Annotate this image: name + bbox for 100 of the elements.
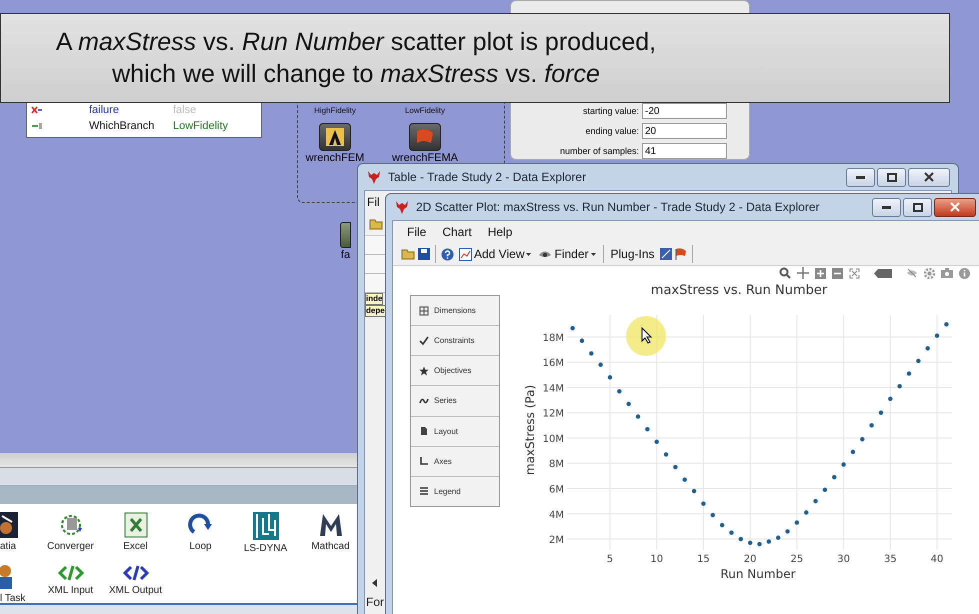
folder-icon[interactable] xyxy=(401,248,415,260)
pan-icon[interactable] xyxy=(797,267,809,279)
arrow-bar-icon xyxy=(31,122,43,130)
data-point xyxy=(580,338,584,343)
page-icon xyxy=(419,426,429,436)
data-point xyxy=(897,384,902,388)
data-point xyxy=(860,437,864,442)
node-label: wrenchFEMA xyxy=(392,152,458,164)
toolbar-button[interactable]: Finder xyxy=(536,246,598,262)
variable-name: failure xyxy=(88,104,120,116)
zoom-out-icon[interactable] xyxy=(832,268,843,278)
close-icon xyxy=(950,202,960,212)
close-button[interactable] xyxy=(908,168,950,186)
folder-icon[interactable] xyxy=(369,218,383,230)
settings-icon[interactable] xyxy=(924,268,935,278)
node-label: wrenchFEM xyxy=(306,152,364,164)
input-field[interactable]: 41 xyxy=(642,143,727,159)
tag-icon[interactable] xyxy=(874,268,892,278)
axis-tick-label: 5 xyxy=(606,554,614,565)
palette-label: XML Input xyxy=(48,585,94,596)
chart-icon[interactable] xyxy=(660,248,672,260)
chart-icon xyxy=(459,248,472,260)
eye-slash-icon[interactable] xyxy=(906,268,918,278)
component-node[interactable] xyxy=(340,222,351,248)
node-label: fa xyxy=(340,249,350,261)
window-title: Table - Trade Study 2 - Data Explorer xyxy=(388,170,588,184)
code-tag-icon xyxy=(122,564,148,582)
data-point xyxy=(589,351,594,356)
toolbar-button[interactable]: Plug-Ins xyxy=(608,246,657,262)
menu-item[interactable]: Fil xyxy=(366,193,381,211)
axis-tick-label: 20 xyxy=(744,554,757,565)
minimize-button[interactable] xyxy=(872,198,901,216)
axis-tick-label: 12M xyxy=(542,408,564,420)
axis-tick-label: 14M xyxy=(542,383,564,394)
devil-logo-icon xyxy=(366,169,382,185)
y-axis-title: maxStress (Pa) xyxy=(523,384,537,476)
component-node[interactable] xyxy=(409,123,441,151)
maximize-button[interactable] xyxy=(877,168,906,186)
camera-icon[interactable] xyxy=(941,268,953,278)
field-label: ending value: xyxy=(585,126,639,136)
maze-logo-icon xyxy=(252,512,278,540)
data-point xyxy=(906,371,912,376)
data-point xyxy=(785,529,790,534)
caption-text: which we will change to maxStress vs. force xyxy=(111,59,601,90)
data-point xyxy=(916,358,921,364)
component-node[interactable] xyxy=(319,123,351,151)
maximize-icon xyxy=(886,172,896,182)
menu-item[interactable]: File xyxy=(403,223,430,241)
data-point xyxy=(692,488,696,494)
field-label: number of samples: xyxy=(560,146,639,156)
info-icon[interactable] xyxy=(959,268,970,278)
autoscale-icon[interactable] xyxy=(849,268,860,278)
data-point xyxy=(626,402,631,406)
zoom-icon[interactable] xyxy=(779,267,791,279)
zoom-in-icon[interactable] xyxy=(815,268,826,278)
data-point xyxy=(757,542,762,546)
variable-value: false xyxy=(173,104,196,116)
menu-item[interactable]: Chart xyxy=(438,223,476,241)
person-icon xyxy=(0,564,14,590)
toolbar-button[interactable]: Add View xyxy=(457,246,534,262)
axis-tick-label: 10M xyxy=(542,434,564,445)
data-point xyxy=(813,498,818,504)
close-button[interactable] xyxy=(934,198,976,216)
data-point xyxy=(869,423,874,428)
data-point xyxy=(654,440,659,444)
data-point xyxy=(832,474,836,480)
check-icon xyxy=(419,336,429,346)
data-point xyxy=(682,477,687,482)
tab-label[interactable]: For xyxy=(366,595,384,609)
data-point xyxy=(720,522,724,528)
flag-icon xyxy=(415,129,435,145)
input-field[interactable]: 20 xyxy=(642,123,727,139)
data-point xyxy=(570,326,575,330)
axes-icon xyxy=(419,456,429,466)
panel-button[interactable]: Layout xyxy=(411,416,499,447)
data-point xyxy=(645,426,650,432)
window-title: 2D Scatter Plot: maxStress vs. Run Number - Trade Study 2 - Data Explorer xyxy=(416,200,820,214)
help-icon[interactable] xyxy=(441,248,454,260)
axis-tick-label: 40 xyxy=(930,554,944,565)
data-point xyxy=(766,539,772,544)
data-point xyxy=(673,464,678,470)
minimize-button[interactable] xyxy=(846,168,875,186)
close-icon xyxy=(924,172,934,182)
axis-tick-label: 35 xyxy=(884,554,897,565)
maximize-button[interactable] xyxy=(903,198,932,216)
code-tag-icon xyxy=(58,564,84,582)
flag-icon[interactable] xyxy=(674,248,687,260)
panel-button[interactable]: Axes xyxy=(411,446,499,477)
save-icon[interactable] xyxy=(418,248,430,260)
variable-value: LowFidelity xyxy=(173,120,228,132)
scroll-left-icon[interactable] xyxy=(371,579,379,587)
axis-tick-label: 16M xyxy=(542,358,564,370)
input-field[interactable]: -20 xyxy=(642,103,727,119)
axis-tick-label: 25 xyxy=(790,554,804,565)
axis-tick-label: 30 xyxy=(837,554,850,565)
branch-label: HighFidelity xyxy=(314,106,356,115)
caption-text: A maxStress vs. Run Number scatter plot is produced, xyxy=(54,27,658,58)
data-point xyxy=(748,540,752,545)
menu-item[interactable]: Help xyxy=(484,223,516,241)
minimize-icon xyxy=(856,176,865,178)
